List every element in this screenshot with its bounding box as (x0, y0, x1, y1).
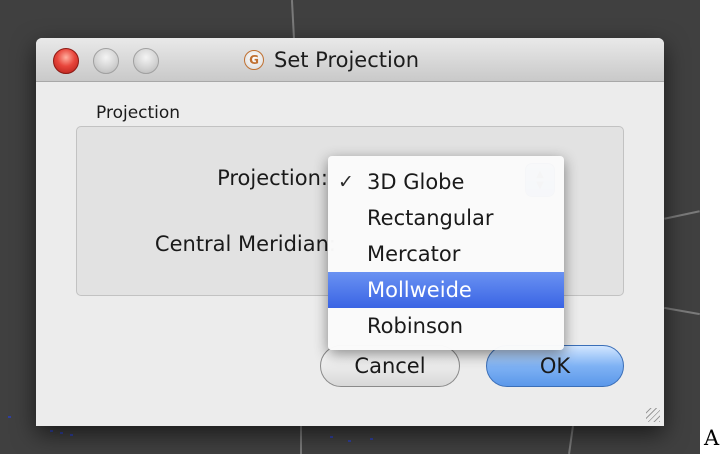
menu-item-mercator[interactable]: Mercator (328, 236, 564, 272)
menu-item-label: Rectangular (367, 206, 494, 230)
map-dot (370, 438, 373, 440)
map-grid-line (664, 306, 700, 316)
menu-item-3d-globe[interactable]: ✓ 3D Globe (328, 164, 564, 200)
central-meridian-label: Central Meridian: (154, 232, 336, 256)
group-box-title: Projection (96, 103, 181, 123)
menu-item-mollweide[interactable]: Mollweide (328, 272, 564, 308)
projection-dropdown-menu: ✓ 3D Globe Rectangular Mercator Mollweid… (328, 156, 564, 350)
map-dot (70, 434, 73, 436)
minimize-window-button[interactable] (93, 48, 119, 74)
checkmark-icon: ✓ (338, 171, 354, 193)
menu-item-robinson[interactable]: Robinson (328, 308, 564, 344)
cancel-button[interactable]: Cancel (320, 345, 460, 387)
window-title: Set Projection (274, 48, 420, 72)
map-dot (50, 430, 53, 432)
map-dot (60, 432, 63, 434)
menu-item-label: Mollweide (367, 278, 472, 302)
map-dot (8, 416, 11, 418)
menu-item-label: Robinson (367, 314, 464, 338)
app-logo-icon: G (244, 50, 264, 70)
projection-label: Projection: (217, 166, 328, 190)
ok-button[interactable]: OK (486, 345, 624, 387)
title-bar[interactable]: G Set Projection (36, 38, 664, 82)
menu-item-label: Mercator (367, 242, 461, 266)
map-dot (330, 436, 333, 438)
map-dot (348, 440, 351, 442)
map-grid-line (300, 426, 302, 454)
map-grid-line (664, 210, 700, 220)
zoom-window-button[interactable] (133, 48, 159, 74)
map-grid-line (568, 425, 574, 454)
window-title-group: G Set Projection (244, 47, 419, 73)
close-window-button[interactable] (53, 48, 79, 74)
resize-grip-icon[interactable] (646, 408, 660, 422)
page-letter: A (704, 426, 720, 450)
map-grid-line (290, 0, 296, 41)
menu-item-label: 3D Globe (367, 170, 465, 194)
menu-item-rectangular[interactable]: Rectangular (328, 200, 564, 236)
